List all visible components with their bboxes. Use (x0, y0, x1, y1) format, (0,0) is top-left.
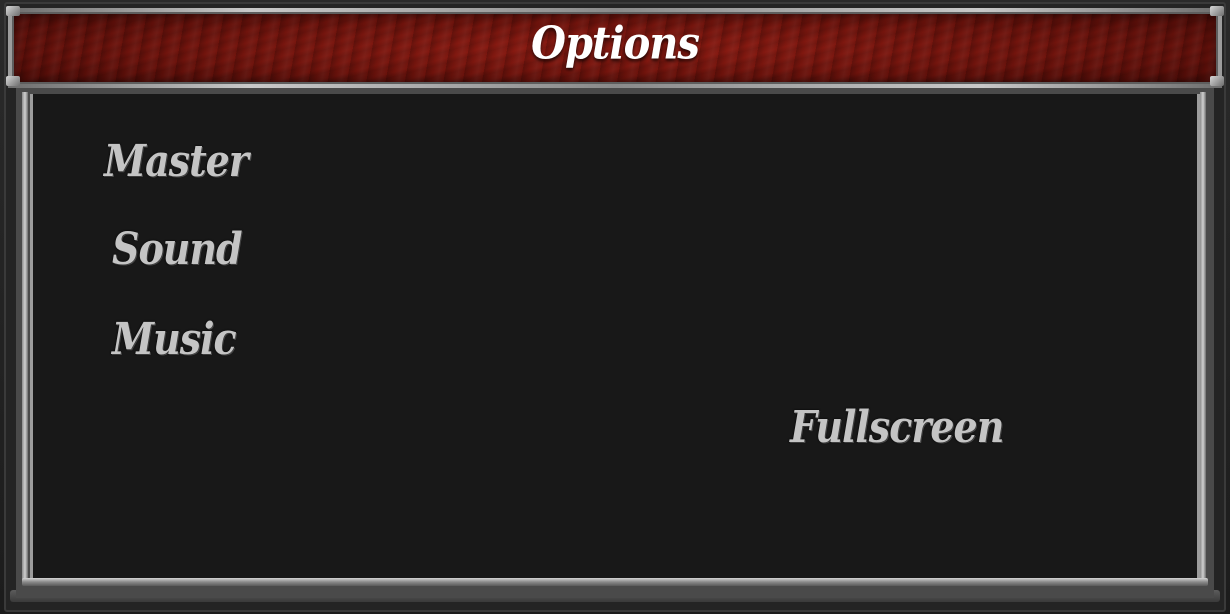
window-title: Options (531, 17, 700, 70)
panel-rim-left (22, 92, 28, 582)
panel-rim-right (1200, 92, 1206, 582)
title-bar-corner-ornament (6, 6, 20, 16)
title-bar-corner-ornament (6, 76, 20, 86)
title-bar-corner-ornament (1210, 6, 1224, 16)
title-bar: Options (8, 8, 1222, 88)
master-volume-label: Master (104, 134, 249, 187)
options-window: Options Master Sound Music Fullscreen (0, 0, 1230, 614)
sound-volume-label: Sound (112, 222, 243, 275)
title-bar-corner-ornament (1210, 76, 1224, 86)
panel-rim-bottom (22, 578, 1208, 586)
music-volume-label: Music (112, 312, 237, 365)
fullscreen-toggle-label[interactable]: Fullscreen (790, 401, 1004, 453)
